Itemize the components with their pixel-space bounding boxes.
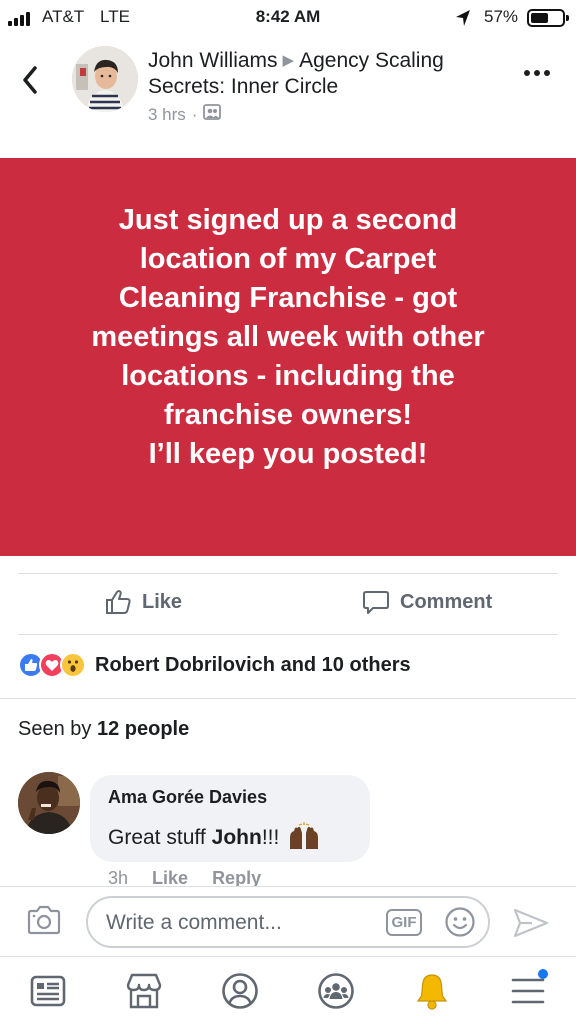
comment-label: Comment — [400, 590, 493, 613]
comment-input[interactable]: Write a comment... GIF — [86, 896, 490, 948]
comment-input-placeholder: Write a comment... — [106, 911, 282, 934]
status-bar: AT&T LTE 8:42 AM 57% — [0, 0, 576, 36]
chevron-left-icon — [23, 66, 37, 94]
location-arrow-icon — [455, 9, 471, 32]
camera-icon[interactable] — [26, 905, 62, 940]
like-label: Like — [142, 590, 183, 613]
comment-button[interactable]: Comment — [362, 588, 492, 616]
news-feed-icon[interactable] — [26, 969, 70, 1013]
marketplace-icon[interactable] — [122, 969, 166, 1013]
commenter-avatar[interactable] — [18, 772, 80, 834]
comment-author[interactable]: Ama Gorée Davies — [108, 787, 352, 808]
post-body-text: Just signed up a second location of my C… — [91, 203, 485, 470]
back-button[interactable] — [22, 66, 38, 99]
sticker-smiley-icon[interactable] — [444, 906, 476, 943]
post-meta: 3 hrs · — [148, 104, 222, 125]
comment-text-suffix: !!! — [261, 826, 280, 849]
like-button[interactable]: Like — [104, 588, 182, 616]
divider — [18, 634, 558, 635]
tab-bar — [0, 956, 576, 1024]
battery-level-fill — [531, 13, 548, 23]
seen-by[interactable]: Seen by 12 people — [18, 718, 189, 741]
meta-separator: · — [191, 104, 198, 124]
post-title: John Williams ▶ Agency Scaling Secrets: In… — [148, 48, 518, 100]
comment-tagged-name[interactable]: John — [212, 826, 262, 850]
groups-icon[interactable] — [314, 969, 358, 1013]
divider — [0, 698, 576, 699]
wow-reaction-icon — [60, 652, 86, 678]
seen-by-count: 12 people — [96, 718, 190, 740]
group-audience-icon — [203, 104, 222, 125]
author-name-link[interactable]: John Williams — [148, 49, 278, 72]
post-time[interactable]: 3 hrs — [148, 105, 186, 125]
menu-icon[interactable] — [506, 969, 550, 1013]
thumbs-up-icon — [106, 590, 131, 614]
profile-icon[interactable] — [218, 969, 262, 1013]
notifications-bell-icon[interactable] — [410, 969, 454, 1013]
divider — [18, 573, 558, 574]
raising-hands-icon — [287, 820, 321, 856]
comment-text: Great stuff John !!! — [108, 820, 352, 856]
send-icon[interactable] — [512, 907, 550, 944]
comment-bubble-icon — [363, 591, 389, 614]
post-banner: Just signed up a second location of my C… — [0, 158, 576, 556]
author-avatar[interactable] — [72, 46, 138, 112]
reactions-summary-text: Robert Dobrilovich and 10 others — [95, 653, 411, 676]
comment-bubble[interactable]: Ama Gorée Davies Great stuff John !!! — [90, 775, 370, 862]
comment-text-prefix: Great stuff — [108, 826, 206, 849]
battery-percent: 57% — [484, 7, 519, 26]
reactions-summary[interactable]: Robert Dobrilovich and 10 others — [18, 652, 411, 678]
gif-button[interactable]: GIF — [386, 909, 422, 936]
share-arrow-icon: ▶ — [282, 52, 295, 69]
more-options-button[interactable] — [524, 70, 550, 76]
menu-notification-dot — [538, 969, 548, 979]
battery-icon — [527, 9, 569, 27]
seen-by-prefix: Seen by — [18, 718, 92, 740]
comment-composer: Write a comment... GIF — [0, 886, 576, 954]
